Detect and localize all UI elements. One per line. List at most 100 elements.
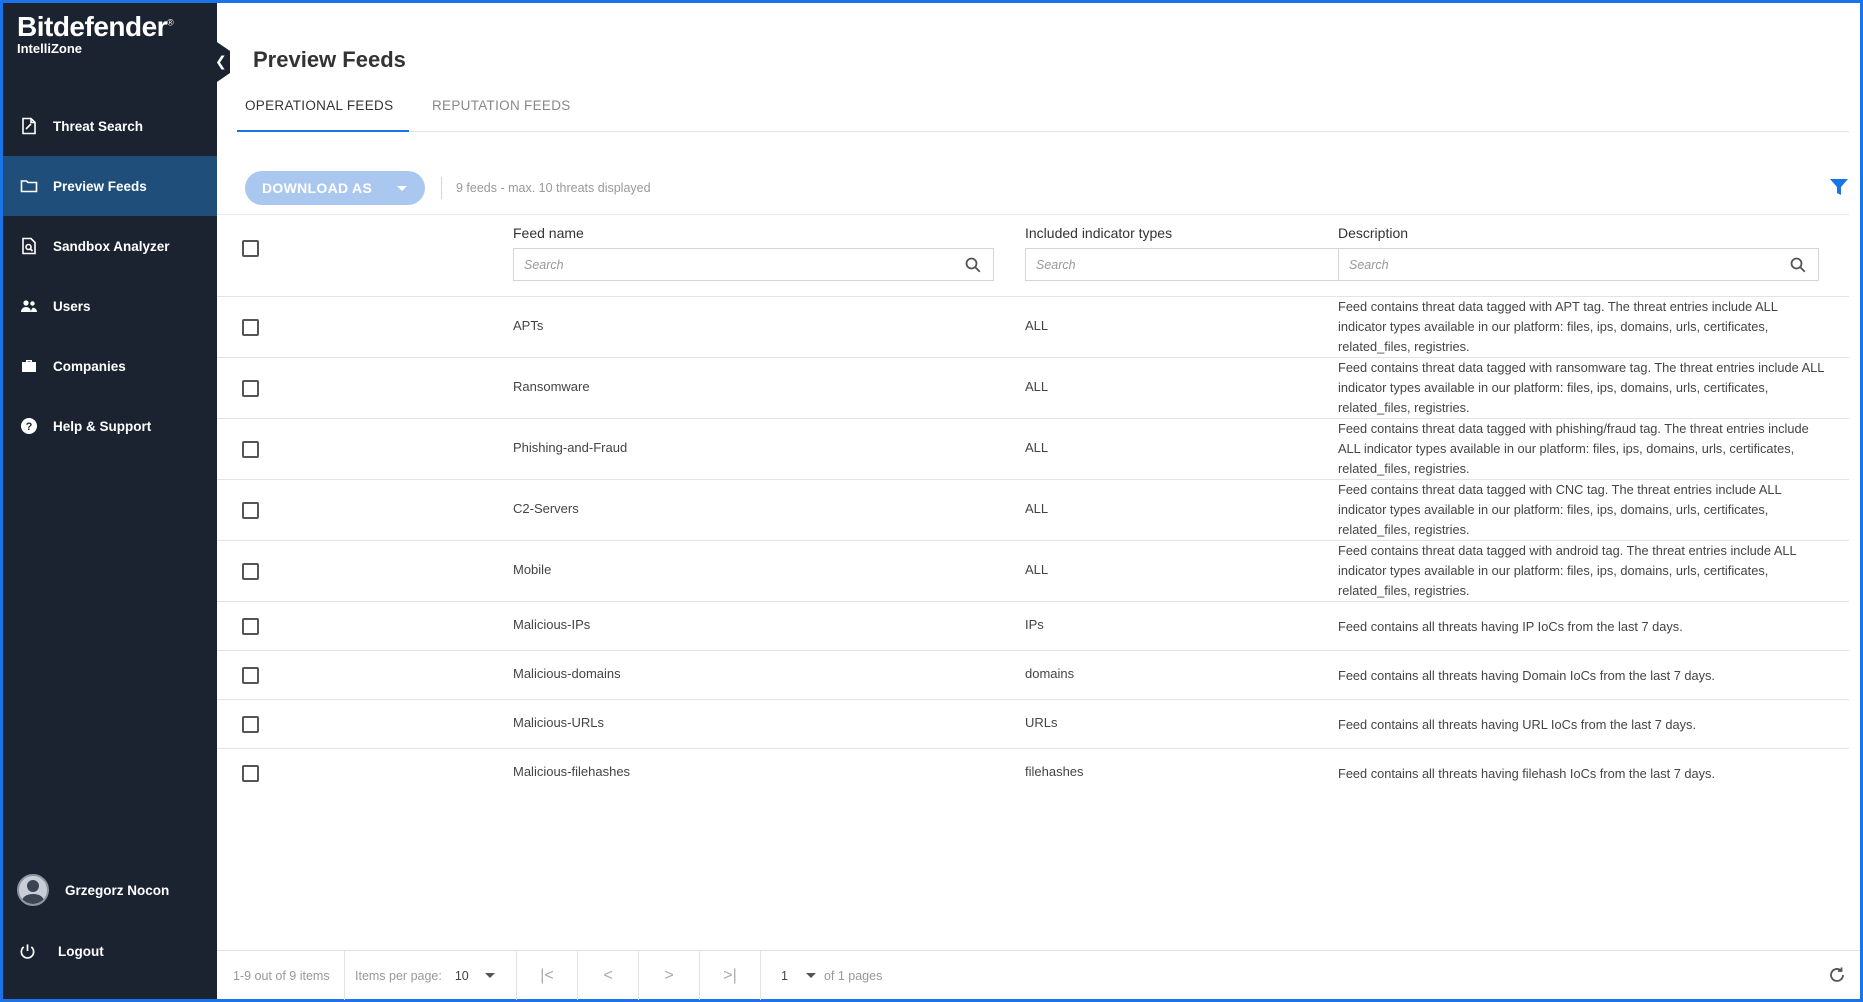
indicator-types: ALL — [1025, 318, 1049, 333]
search-icon[interactable] — [965, 257, 981, 273]
chevron-right-icon: > — [664, 966, 674, 984]
last-page-button[interactable]: >| — [700, 951, 761, 1000]
page-title: Preview Feeds — [253, 47, 406, 72]
page-count: of 1 pages — [823, 968, 883, 983]
sidebar-nav: Threat Search Preview Feeds Sandbox Anal… — [3, 96, 217, 456]
items-per-page-value: 10 — [454, 968, 469, 983]
refresh-icon[interactable] — [1828, 966, 1846, 984]
filter-icon[interactable] — [1829, 177, 1849, 197]
folder-icon — [19, 176, 39, 196]
logout-button[interactable]: Logout — [19, 943, 104, 960]
sidebar-item-label: Help & Support — [53, 418, 152, 434]
feed-name: Malicious-domains — [513, 666, 621, 681]
indicator-types: URLs — [1025, 715, 1058, 730]
table-row[interactable]: Mobile ALL Feed contains threat data tag… — [217, 541, 1849, 602]
items-per-page-label: Items per page: — [355, 968, 442, 983]
table-row[interactable]: Ransomware ALL Feed contains threat data… — [217, 358, 1849, 419]
row-checkbox[interactable] — [242, 563, 259, 580]
document-search-icon — [19, 116, 39, 136]
feed-name: Phishing-and-Fraud — [513, 440, 628, 455]
feed-description: Feed contains threat data tagged with ra… — [1338, 360, 1824, 415]
brand-logo[interactable]: Bitdefender® IntelliZone — [17, 11, 174, 56]
table-body: APTs ALL Feed contains threat data tagge… — [217, 297, 1849, 798]
tab-operational-feeds[interactable]: OPERATIONAL FEEDS — [237, 96, 409, 132]
logout-label: Logout — [58, 944, 104, 959]
row-checkbox[interactable] — [242, 618, 259, 635]
row-checkbox[interactable] — [242, 716, 259, 733]
chevron-down-icon — [484, 973, 495, 978]
file-search-icon — [19, 236, 39, 256]
feeds-count: 9 feeds - max. 10 threats displayed — [456, 181, 651, 195]
previous-page-button[interactable]: < — [578, 951, 639, 1000]
select-all-checkbox[interactable] — [242, 240, 259, 257]
feed-description: Feed contains threat data tagged with an… — [1338, 543, 1797, 598]
next-page-button[interactable]: > — [639, 951, 700, 1000]
sidebar-item-threat-search[interactable]: Threat Search — [3, 96, 217, 156]
indicator-types: ALL — [1025, 501, 1049, 516]
feed-name: Malicious-URLs — [513, 715, 605, 730]
row-checkbox[interactable] — [242, 319, 259, 336]
feed-description: Feed contains all threats having IP IoCs… — [1338, 619, 1683, 634]
feed-name: APTs — [513, 318, 544, 333]
feed-name-search-field[interactable] — [513, 248, 994, 281]
indicator-types: ALL — [1025, 562, 1049, 577]
table-row[interactable]: APTs ALL Feed contains threat data tagge… — [217, 297, 1849, 358]
table-row[interactable]: Malicious-filehashes filehashes Feed con… — [217, 749, 1849, 798]
feed-description: Feed contains threat data tagged with AP… — [1338, 299, 1778, 354]
feed-name: Malicious-filehashes — [513, 764, 631, 779]
power-icon — [20, 944, 35, 959]
help-icon: ? — [19, 416, 39, 436]
svg-text:?: ? — [26, 421, 33, 433]
column-header-feed-name: Feed name — [513, 225, 584, 241]
download-as-label: DOWNLOAD AS — [262, 180, 373, 196]
table-row[interactable]: Phishing-and-Fraud ALL Feed contains thr… — [217, 419, 1849, 480]
feed-description: Feed contains threat data tagged with ph… — [1338, 421, 1809, 476]
current-page-value: 1 — [781, 968, 788, 983]
feed-description: Feed contains all threats having Domain … — [1338, 668, 1715, 683]
download-as-button[interactable]: DOWNLOAD AS — [245, 171, 425, 205]
items-per-page-select[interactable]: Items per page: 10 — [345, 951, 517, 1000]
pagination-range-text: 1-9 out of 9 items — [233, 968, 330, 983]
feed-description: Feed contains threat data tagged with CN… — [1338, 482, 1782, 537]
sidebar-item-companies[interactable]: Companies — [3, 336, 217, 396]
first-page-button[interactable]: |< — [517, 951, 578, 1000]
page-select[interactable]: 1 of 1 pages — [761, 951, 921, 1000]
table-row[interactable]: Malicious-IPs IPs Feed contains all thre… — [217, 602, 1849, 651]
pagination-range: 1-9 out of 9 items — [217, 951, 345, 1000]
feed-name-search-input[interactable] — [514, 249, 993, 280]
search-icon[interactable] — [1790, 257, 1806, 273]
feed-name: Malicious-IPs — [513, 617, 591, 632]
description-search-field[interactable] — [1338, 248, 1819, 281]
row-checkbox[interactable] — [242, 502, 259, 519]
table-row[interactable]: Malicious-domains domains Feed contains … — [217, 651, 1849, 700]
feed-name: Mobile — [513, 562, 552, 577]
row-checkbox[interactable] — [242, 441, 259, 458]
sidebar-item-label: Companies — [53, 358, 126, 374]
sidebar: Bitdefender® IntelliZone Threat Search P… — [3, 3, 217, 999]
row-checkbox[interactable] — [242, 765, 259, 782]
tab-reputation-feeds[interactable]: REPUTATION FEEDS — [432, 96, 571, 113]
sidebar-item-users[interactable]: Users — [3, 276, 217, 336]
tab-bar: OPERATIONAL FEEDS REPUTATION FEEDS — [237, 88, 1849, 132]
briefcase-icon — [19, 356, 39, 376]
table-row[interactable]: C2-Servers ALL Feed contains threat data… — [217, 480, 1849, 541]
brand-name: Bitdefender® — [17, 11, 174, 42]
chevron-left-icon: < — [603, 966, 613, 984]
sidebar-item-help-support[interactable]: ? Help & Support — [3, 396, 217, 456]
table-row[interactable]: Malicious-URLs URLs Feed contains all th… — [217, 700, 1849, 749]
user-name: Grzegorz Nocon — [65, 882, 170, 898]
pagination-bar: 1-9 out of 9 items Items per page: 10 |<… — [217, 950, 1860, 1000]
description-search-input[interactable] — [1339, 249, 1818, 280]
column-header-description: Description — [1338, 225, 1409, 241]
sidebar-item-preview-feeds[interactable]: Preview Feeds — [3, 156, 217, 216]
indicator-types: ALL — [1025, 440, 1049, 455]
row-checkbox[interactable] — [242, 667, 259, 684]
users-icon — [19, 296, 39, 316]
row-checkbox[interactable] — [242, 380, 259, 397]
feed-name: C2-Servers — [513, 501, 579, 516]
user-profile[interactable]: Grzegorz Nocon — [17, 874, 169, 906]
first-page-icon: |< — [540, 966, 554, 984]
indicator-types: filehashes — [1025, 764, 1084, 779]
sidebar-item-sandbox-analyzer[interactable]: Sandbox Analyzer — [3, 216, 217, 276]
feed-description: Feed contains all threats having filehas… — [1338, 766, 1715, 781]
